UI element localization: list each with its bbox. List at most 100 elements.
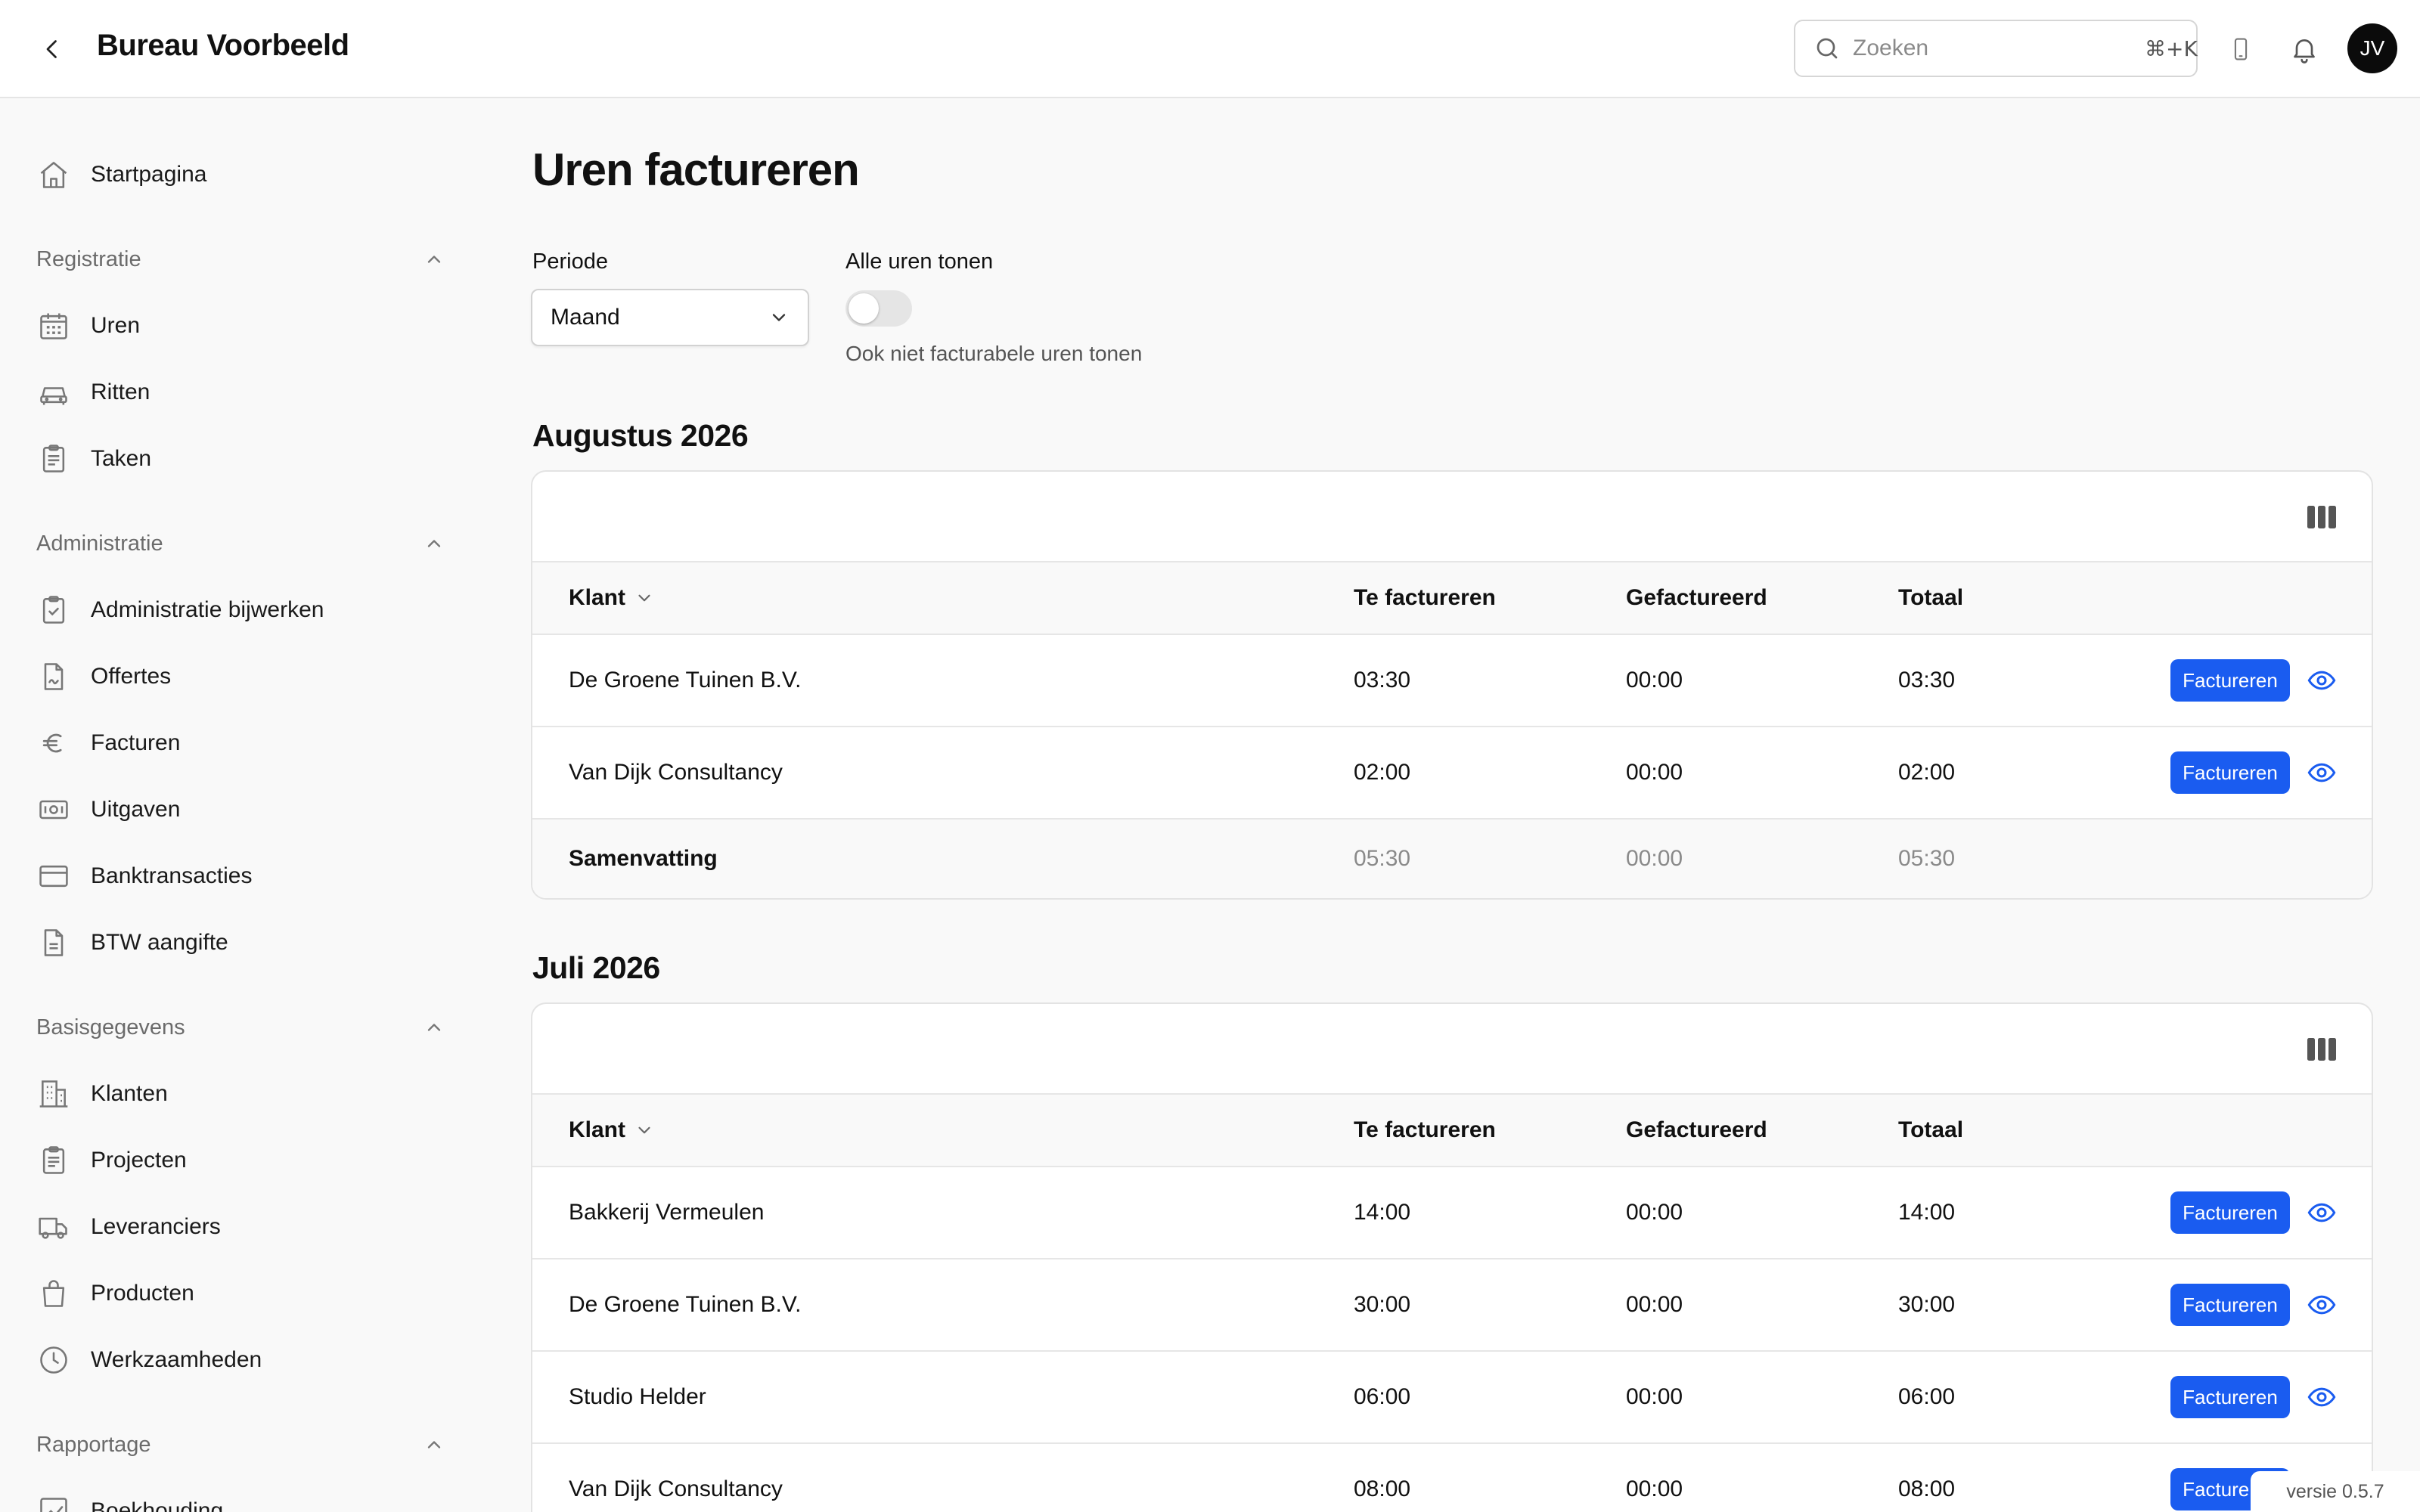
sidebar-item-ritten[interactable]: Ritten xyxy=(35,370,458,415)
column-header-te-factureren: Te factureren xyxy=(1354,1117,1496,1142)
alle-uren-label: Alle uren tonen xyxy=(845,249,994,274)
view-button[interactable] xyxy=(2305,1380,2338,1414)
chevron-left-icon xyxy=(46,40,57,58)
car-icon xyxy=(35,373,73,411)
table-row: Van Dijk Consultancy 08:00 00:00 08:00 F… xyxy=(532,1444,2372,1512)
column-header-totaal: Totaal xyxy=(1898,1117,1964,1142)
table-row: De Groene Tuinen B.V. 30:00 00:00 30:00 … xyxy=(532,1259,2372,1352)
chevron-down-icon xyxy=(772,314,786,321)
chevron-up-icon xyxy=(427,1441,441,1448)
table-toolbar xyxy=(532,1004,2372,1095)
view-button[interactable] xyxy=(2305,664,2338,697)
sidebar-item-uren[interactable]: Uren xyxy=(35,303,458,349)
top-header: Bureau Voorbeeld ⌘+K JV xyxy=(0,0,2420,98)
factureren-button[interactable]: Factureren xyxy=(2170,1284,2290,1326)
calendar-icon xyxy=(35,307,73,345)
banknote-icon xyxy=(35,791,73,829)
view-button[interactable] xyxy=(2305,1288,2338,1321)
chevron-down-icon xyxy=(638,594,650,602)
group-title: Augustus 2026 xyxy=(532,418,749,453)
section-basisgegevens[interactable]: Basisgegevens xyxy=(36,1009,445,1046)
section-administratie[interactable]: Administratie xyxy=(36,525,445,562)
mobile-phone-icon xyxy=(2234,38,2248,60)
mobile-button[interactable] xyxy=(2222,30,2260,68)
sidebar: Startpagina Registratie Uren Ritten Take… xyxy=(0,100,469,1512)
back-button[interactable] xyxy=(33,30,71,68)
sidebar-item-btw-aangifte[interactable]: BTW aangifte xyxy=(35,920,458,965)
view-button[interactable] xyxy=(2305,1196,2338,1229)
table-row: Bakkerij Vermeulen 14:00 00:00 14:00 Fac… xyxy=(532,1167,2372,1259)
table-header-row: Klant Te factureren Gefactureerd Totaal xyxy=(532,1095,2372,1167)
sidebar-item-projecten[interactable]: Projecten xyxy=(35,1138,458,1183)
column-header-klant[interactable]: Klant xyxy=(569,585,654,611)
column-header-totaal: Totaal xyxy=(1898,585,1964,610)
sidebar-item-werkzaamheden[interactable]: Werkzaamheden xyxy=(35,1337,458,1383)
euro-icon xyxy=(35,724,73,762)
truck-icon xyxy=(35,1208,73,1246)
notifications-button[interactable] xyxy=(2285,30,2323,68)
sidebar-item-startpagina[interactable]: Startpagina xyxy=(35,152,458,197)
table-row: Studio Helder 06:00 00:00 06:00 Facturer… xyxy=(532,1352,2372,1444)
credit-card-icon xyxy=(35,857,73,895)
columns-button[interactable] xyxy=(2307,1034,2337,1064)
bell-icon xyxy=(2294,39,2315,64)
table-row: Van Dijk Consultancy 02:00 00:00 02:00 F… xyxy=(532,727,2372,820)
periode-value: Maand xyxy=(551,305,620,330)
search-input[interactable] xyxy=(1853,36,2145,61)
column-header-klant[interactable]: Klant xyxy=(569,1117,654,1143)
home-icon xyxy=(35,156,73,194)
view-button[interactable] xyxy=(2305,756,2338,789)
shopping-bag-icon xyxy=(35,1275,73,1312)
alle-uren-help: Ook niet facturabele uren tonen xyxy=(845,342,1143,365)
sidebar-item-banktransacties[interactable]: Banktransacties xyxy=(35,854,458,899)
alle-uren-toggle[interactable] xyxy=(845,290,912,327)
periode-label: Periode xyxy=(532,249,608,274)
columns-icon xyxy=(2307,506,2336,528)
group-title: Juli 2026 xyxy=(532,950,660,985)
sidebar-item-facturen[interactable]: Facturen xyxy=(35,720,458,766)
clipboard-list-icon xyxy=(35,1142,73,1179)
document-text-icon xyxy=(35,924,73,962)
sidebar-item-klanten[interactable]: Klanten xyxy=(35,1071,458,1117)
document-signature-icon xyxy=(35,658,73,696)
sidebar-item-producten[interactable]: Producten xyxy=(35,1271,458,1316)
factureren-button[interactable]: Factureren xyxy=(2170,751,2290,794)
search-box[interactable]: ⌘+K xyxy=(1794,20,2198,77)
section-registratie[interactable]: Registratie xyxy=(36,240,445,278)
sidebar-item-taken[interactable]: Taken xyxy=(35,436,458,482)
factureren-button[interactable]: Factureren xyxy=(2170,1376,2290,1418)
periode-select[interactable]: Maand xyxy=(531,289,809,346)
eye-icon xyxy=(2307,671,2336,690)
user-avatar[interactable]: JV xyxy=(2347,23,2397,73)
search-shortcut: ⌘+K xyxy=(2145,36,2198,61)
sidebar-item-leveranciers[interactable]: Leveranciers xyxy=(35,1204,458,1250)
sidebar-item-administratie-bijwerken[interactable]: Administratie bijwerken xyxy=(35,587,458,633)
chevron-up-icon xyxy=(427,1024,441,1031)
sidebar-item-label: Startpagina xyxy=(91,162,207,187)
table-header-row: Klant Te factureren Gefactureerd Totaal xyxy=(532,562,2372,635)
app-title: Bureau Voorbeeld xyxy=(97,29,349,62)
eye-icon xyxy=(2307,1203,2336,1222)
page-title: Uren factureren xyxy=(532,144,860,195)
version-badge: versie 0.5.7 xyxy=(2251,1471,2420,1512)
eye-icon xyxy=(2307,1295,2336,1315)
sidebar-item-uitgaven[interactable]: Uitgaven xyxy=(35,787,458,832)
clipboard-check-icon xyxy=(35,591,73,629)
chevron-up-icon xyxy=(427,540,441,547)
hours-table-augustus: Klant Te factureren Gefactureerd Totaal … xyxy=(531,470,2373,900)
columns-button[interactable] xyxy=(2307,502,2337,532)
sidebar-item-offertes[interactable]: Offertes xyxy=(35,654,458,699)
sidebar-item-boekhouding[interactable]: Boekhouding xyxy=(35,1489,458,1512)
summary-row: Samenvatting 05:30 00:00 05:30 xyxy=(532,820,2372,898)
factureren-button[interactable]: Factureren xyxy=(2170,1191,2290,1234)
section-rapportage[interactable]: Rapportage xyxy=(36,1426,445,1464)
search-icon xyxy=(1813,34,1841,63)
toggle-knob xyxy=(849,293,879,324)
eye-icon xyxy=(2307,1387,2336,1407)
table-toolbar xyxy=(532,472,2372,562)
table-row: De Groene Tuinen B.V. 03:30 00:00 03:30 … xyxy=(532,635,2372,727)
eye-icon xyxy=(2307,763,2336,782)
factureren-button[interactable]: Factureren xyxy=(2170,659,2290,702)
column-header-te-factureren: Te factureren xyxy=(1354,585,1496,610)
chevron-down-icon xyxy=(638,1126,650,1134)
